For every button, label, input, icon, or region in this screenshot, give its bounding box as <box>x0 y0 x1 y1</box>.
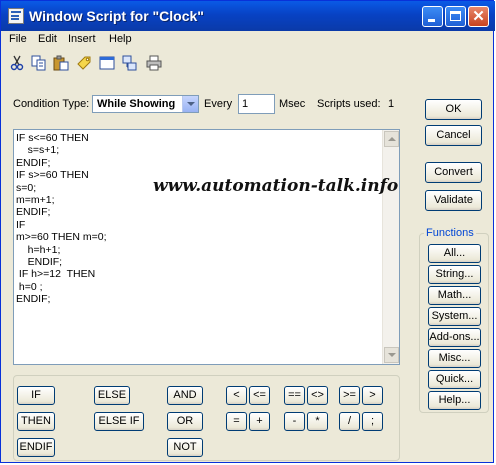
func-quick-button[interactable]: Quick... <box>428 370 481 389</box>
minus-button[interactable]: - <box>284 412 305 431</box>
window-icon[interactable] <box>99 55 115 71</box>
greater-than-button[interactable]: > <box>362 386 383 405</box>
less-equal-button[interactable]: <= <box>249 386 270 405</box>
func-help-button[interactable]: Help... <box>428 391 481 410</box>
every-input[interactable]: 1 <box>238 94 275 114</box>
scroll-up-icon[interactable] <box>384 131 399 147</box>
or-button[interactable]: OR <box>167 412 203 431</box>
condition-type-select[interactable]: While Showing <box>92 95 199 113</box>
assign-button[interactable]: = <box>226 412 247 431</box>
validate-button[interactable]: Validate <box>425 190 482 211</box>
not-equal-button[interactable]: <> <box>307 386 328 405</box>
title-bar[interactable]: Window Script for "Clock" ✕ <box>1 1 495 31</box>
scroll-down-icon[interactable] <box>384 347 399 363</box>
network-icon[interactable] <box>122 55 138 71</box>
every-label: Every <box>204 98 233 110</box>
cancel-button[interactable]: Cancel <box>425 125 482 146</box>
app-icon <box>8 8 24 24</box>
print-icon[interactable] <box>146 55 162 71</box>
then-button[interactable]: THEN <box>17 412 55 431</box>
menu-file[interactable]: File <box>9 33 27 45</box>
divide-button[interactable]: / <box>339 412 360 431</box>
watermark: www.automation-talk.info <box>153 176 399 196</box>
equals-button[interactable]: == <box>284 386 305 405</box>
script-editor[interactable]: IF s<=60 THEN s=s+1; ENDIF; IF s>=60 THE… <box>13 129 400 365</box>
menu-bar: File Edit Insert Help <box>2 31 494 49</box>
menu-edit[interactable]: Edit <box>38 33 57 45</box>
paste-icon[interactable] <box>53 55 69 71</box>
scripts-used-value: 1 <box>388 98 395 110</box>
and-button[interactable]: AND <box>167 386 203 405</box>
chevron-down-icon[interactable] <box>182 96 198 112</box>
greater-equal-button[interactable]: >= <box>339 386 360 405</box>
func-misc-button[interactable]: Misc... <box>428 349 481 368</box>
window-title: Window Script for "Clock" <box>29 8 204 24</box>
script-window: Window Script for "Clock" ✕ File Edit In… <box>0 0 495 463</box>
tag-icon[interactable] <box>76 55 92 71</box>
maximize-icon <box>450 11 461 21</box>
cut-icon[interactable] <box>9 55 25 71</box>
less-than-button[interactable]: < <box>226 386 247 405</box>
toolbar <box>5 53 205 75</box>
semicolon-button[interactable]: ; <box>362 412 383 431</box>
multiply-button[interactable]: * <box>307 412 328 431</box>
scripts-used-label: Scripts used: <box>317 98 381 110</box>
if-button[interactable]: IF <box>17 386 55 405</box>
copy-icon[interactable] <box>31 55 47 71</box>
func-all-button[interactable]: All... <box>428 244 481 263</box>
condition-type-label: Condition Type: <box>13 98 90 110</box>
ok-button[interactable]: OK <box>425 99 482 120</box>
maximize-button[interactable] <box>445 6 466 27</box>
minimize-icon <box>428 19 435 22</box>
else-button[interactable]: ELSE <box>94 386 130 405</box>
functions-label: Functions <box>424 227 476 239</box>
every-value: 1 <box>242 98 249 110</box>
condition-type-value: While Showing <box>97 98 176 110</box>
elseif-button[interactable]: ELSE IF <box>94 412 144 431</box>
func-math-button[interactable]: Math... <box>428 286 481 305</box>
close-button[interactable]: ✕ <box>468 6 489 27</box>
func-addons-button[interactable]: Add-ons... <box>428 328 481 347</box>
minimize-button[interactable] <box>422 6 443 27</box>
plus-button[interactable]: + <box>249 412 270 431</box>
func-string-button[interactable]: String... <box>428 265 481 284</box>
script-text[interactable]: IF s<=60 THEN s=s+1; ENDIF; IF s>=60 THE… <box>16 132 107 306</box>
not-button[interactable]: NOT <box>167 438 203 457</box>
menu-help[interactable]: Help <box>109 33 132 45</box>
convert-button[interactable]: Convert <box>425 162 482 183</box>
vertical-scrollbar[interactable] <box>382 130 399 364</box>
menu-insert[interactable]: Insert <box>68 33 96 45</box>
close-icon: ✕ <box>472 8 485 25</box>
msec-label: Msec <box>279 98 306 110</box>
func-system-button[interactable]: System... <box>428 307 481 326</box>
endif-button[interactable]: ENDIF <box>17 438 55 457</box>
